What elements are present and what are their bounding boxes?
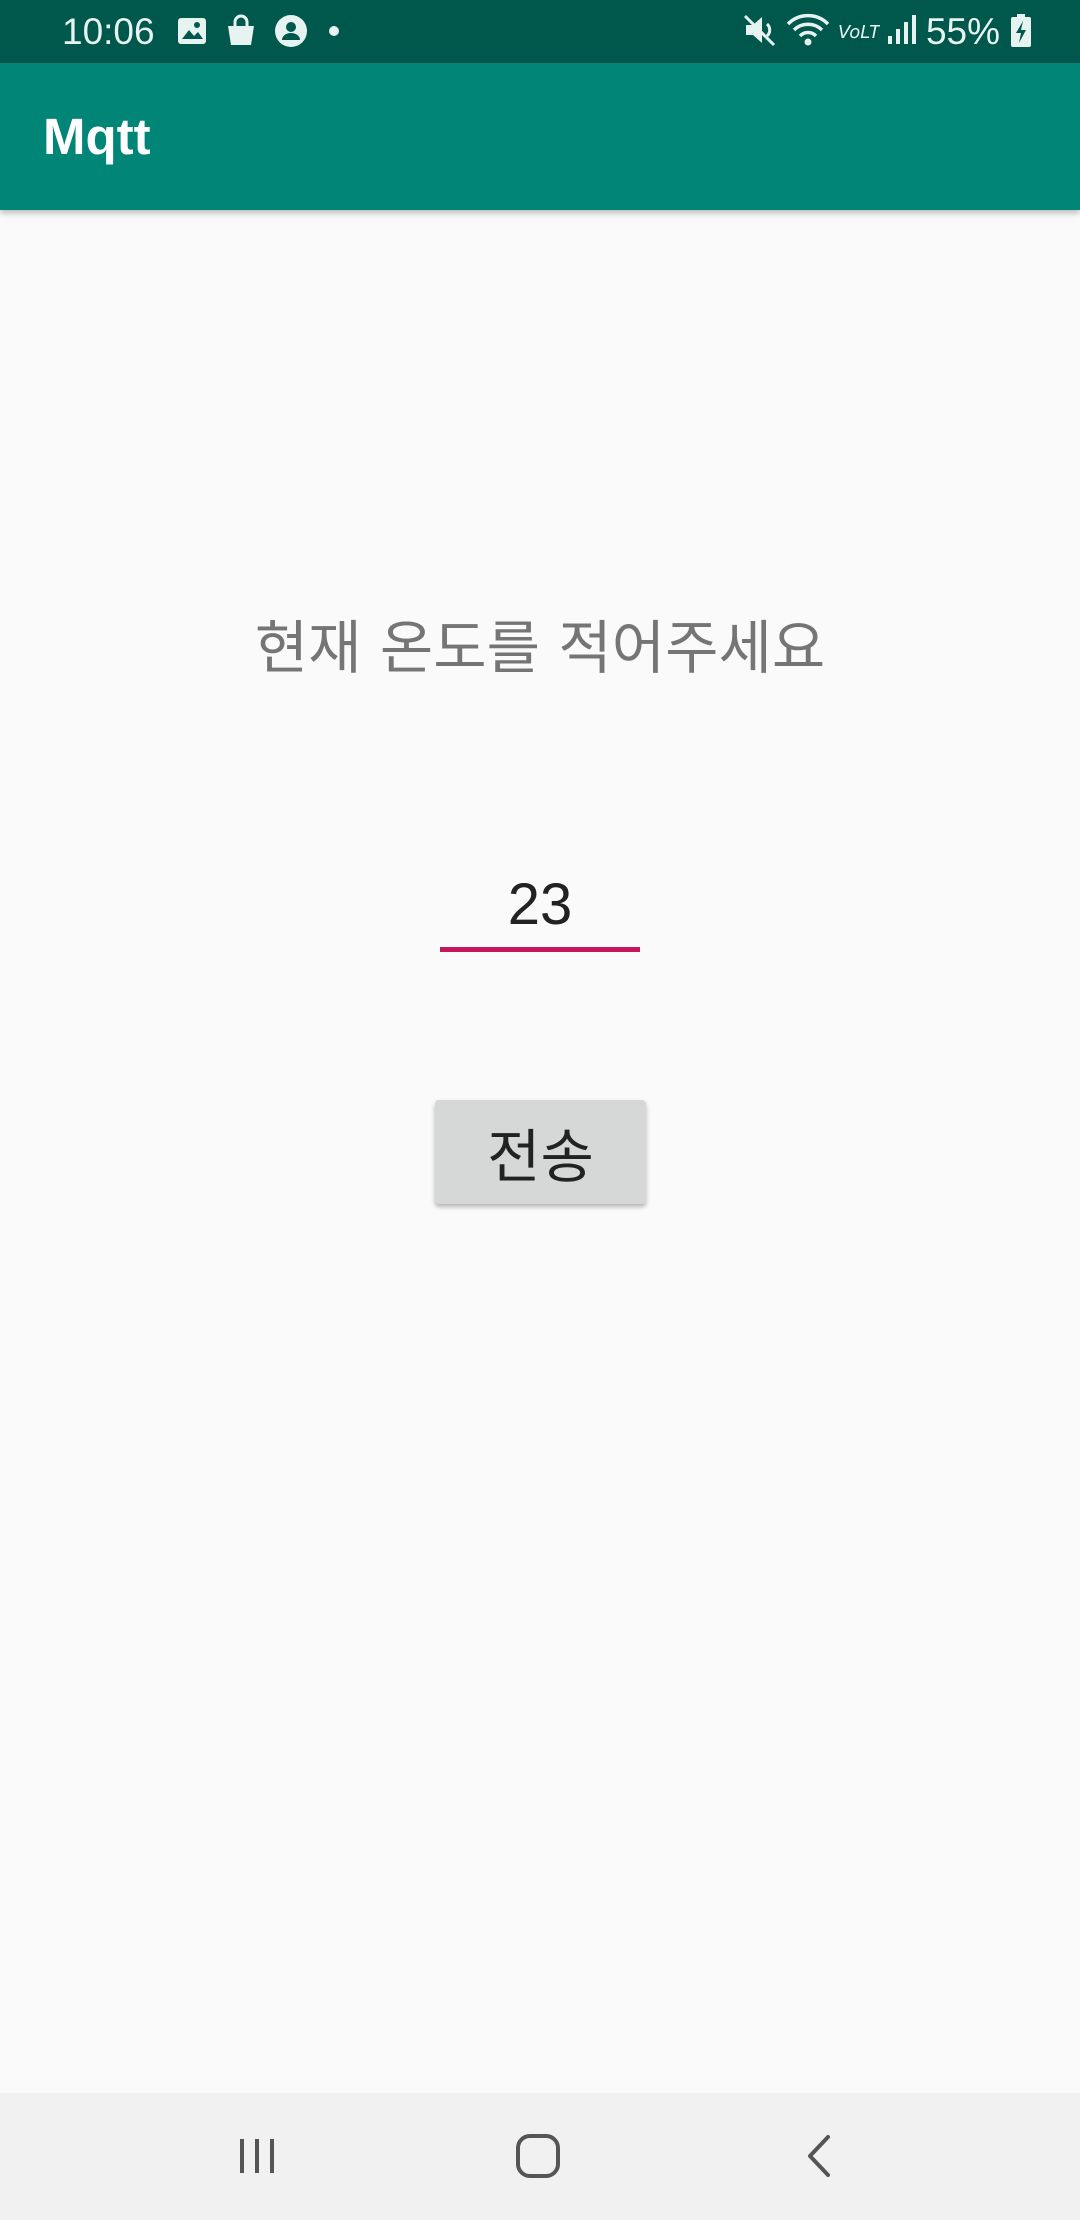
app-title: Mqtt [43, 108, 151, 165]
temperature-input[interactable] [440, 862, 640, 952]
account-circle-icon [274, 14, 308, 52]
signal-icon [886, 12, 918, 52]
back-icon[interactable] [786, 2121, 856, 2191]
navigation-bar [0, 2093, 1080, 2220]
app-bar: Mqtt [0, 63, 1080, 210]
mute-icon [742, 12, 778, 52]
notification-dot-icon [324, 14, 344, 52]
send-button[interactable]: 전송 [435, 1100, 646, 1204]
shopping-bag-icon [224, 14, 258, 52]
status-icons-right: VoLTE 55% [742, 10, 1032, 54]
status-time: 10:06 [62, 11, 155, 52]
image-icon [176, 15, 208, 51]
battery-charging-icon [1010, 12, 1032, 52]
wifi-icon [786, 12, 830, 52]
temperature-prompt: 현재 온도를 적어주세요 [254, 614, 826, 682]
status-icons-left [176, 14, 360, 52]
battery-percent: 55% [925, 11, 1000, 52]
status-bar: 10:06 VoLTE 55% [0, 0, 1080, 63]
recent-apps-icon[interactable] [222, 2121, 292, 2191]
volte-icon: VoLTE [836, 12, 892, 52]
home-icon[interactable] [503, 2121, 573, 2191]
svg-text:VoLTE: VoLTE [838, 22, 880, 43]
